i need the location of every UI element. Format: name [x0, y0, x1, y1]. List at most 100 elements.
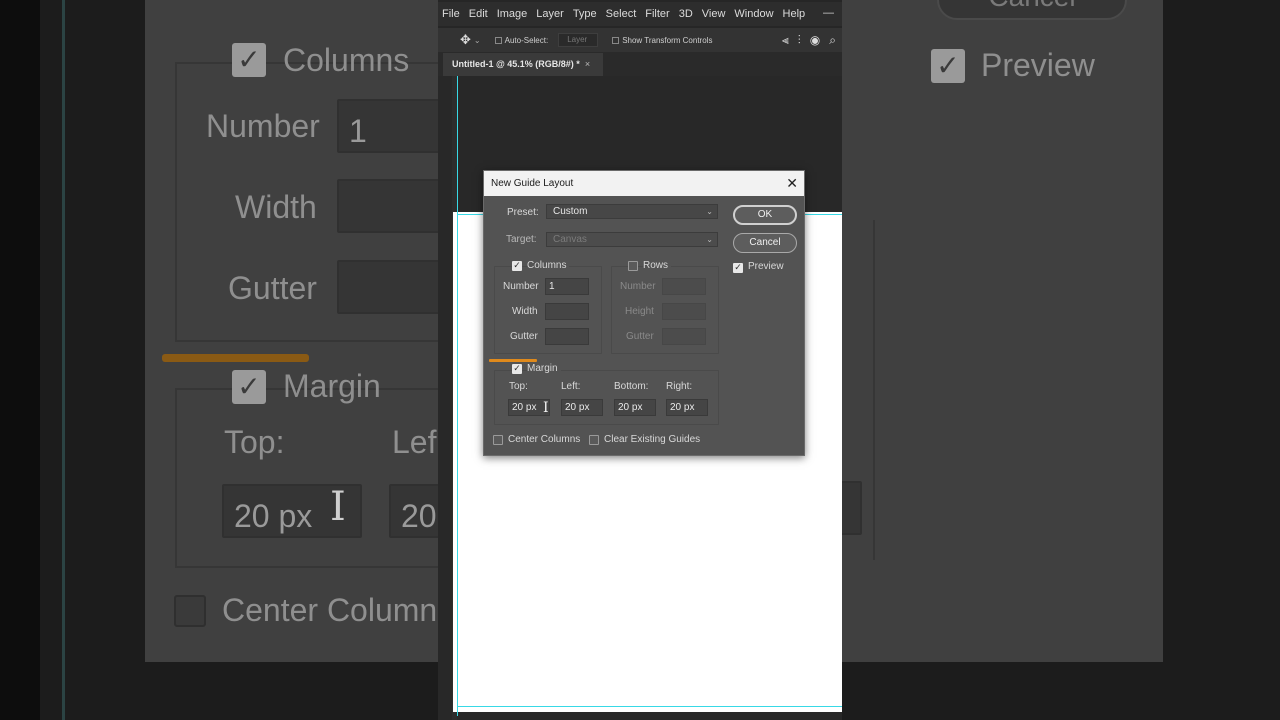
- dialog-title-bar: New Guide Layout ✕: [484, 171, 804, 196]
- margin-right-label: Right:: [666, 381, 693, 392]
- align-icons: ⫷ ⫶ ◉ ⌕: [782, 33, 836, 48]
- columns-width-field[interactable]: [545, 303, 589, 320]
- bg-width-label: Width: [235, 189, 317, 225]
- bg-columns-label: Columns: [283, 42, 410, 78]
- margin-left-label: Left:: [561, 381, 581, 392]
- rows-height-label: Height: [625, 306, 654, 317]
- target-label: Target:: [506, 234, 537, 245]
- show-transform-checkbox[interactable]: [612, 36, 620, 44]
- bg-highlight-underline: [162, 354, 309, 362]
- preview-checkbox[interactable]: ✓: [733, 263, 743, 273]
- margin-right-field[interactable]: 20 px: [666, 399, 708, 416]
- close-icon[interactable]: ✕: [786, 171, 798, 196]
- new-guide-layout-dialog: New Guide Layout ✕ Preset: Custom ⌄ Targ…: [483, 170, 805, 456]
- bg-cancel-button: Cancel: [937, 0, 1127, 20]
- target-select: Canvas ⌄: [546, 232, 718, 247]
- auto-select-label: Auto-Select:: [504, 35, 549, 45]
- bg-preview-checkbox: ✓: [931, 49, 965, 83]
- clear-guides-checkbox[interactable]: [589, 435, 599, 445]
- bg-center-columns-checkbox: [174, 595, 206, 627]
- close-icon[interactable]: ×: [585, 59, 590, 69]
- chevron-down-icon[interactable]: ⌄: [474, 36, 481, 45]
- auto-select-checkbox[interactable]: [494, 36, 502, 44]
- text-cursor-icon: I: [543, 400, 549, 416]
- menu-image[interactable]: Image: [493, 2, 533, 26]
- margin-bottom-field[interactable]: 20 px: [614, 399, 656, 416]
- margin-checkbox[interactable]: ✓: [512, 364, 522, 374]
- menu-layer[interactable]: Layer: [532, 2, 569, 26]
- dialog-title: New Guide Layout: [491, 178, 574, 189]
- guide-bottom: [457, 706, 842, 707]
- preset-value: Custom: [553, 206, 588, 217]
- chevron-down-icon: ⌄: [706, 207, 713, 216]
- menu-view[interactable]: View: [698, 2, 731, 26]
- menu-edit[interactable]: Edit: [465, 2, 493, 26]
- document-tab-title: Untitled-1 @ 45.1% (RGB/8#) *: [452, 59, 580, 69]
- align-left-icon[interactable]: ⫷: [782, 33, 789, 48]
- bg-width-field: [337, 179, 447, 233]
- bg-top-label: Top:: [224, 424, 285, 460]
- margin-group: [494, 370, 719, 425]
- columns-gutter-label: Gutter: [510, 331, 538, 342]
- bg-preview-label: Preview: [981, 47, 1095, 83]
- bg-left-label: Lef: [392, 424, 437, 460]
- rows-gutter-field: [662, 328, 706, 345]
- move-tool-icon[interactable]: ✥: [460, 32, 471, 48]
- center-columns-label: Center Columns: [508, 434, 581, 445]
- rows-number-label: Number: [620, 281, 656, 292]
- menu-select[interactable]: Select: [602, 2, 642, 26]
- menu-3d[interactable]: 3D: [675, 2, 698, 26]
- layer-select[interactable]: Layer: [558, 33, 599, 47]
- columns-number-field[interactable]: 1: [545, 278, 589, 295]
- cancel-button[interactable]: Cancel: [733, 233, 797, 253]
- margin-bottom-label: Bottom:: [614, 381, 649, 392]
- rows-gutter-label: Gutter: [626, 331, 654, 342]
- preset-select[interactable]: Custom ⌄: [546, 204, 718, 219]
- bg-number-label: Number: [206, 108, 320, 144]
- bg-guide-line: [62, 0, 65, 720]
- chevron-down-icon: ⌄: [706, 235, 713, 244]
- columns-width-label: Width: [512, 306, 538, 317]
- highlight-underline: [489, 359, 537, 362]
- align-center-icon[interactable]: ⫶: [798, 33, 801, 48]
- margin-label: Margin: [527, 363, 561, 374]
- bg-margin-checkbox: ✓: [232, 370, 266, 404]
- ok-button[interactable]: OK: [733, 205, 797, 225]
- rows-number-field: [662, 278, 706, 295]
- margin-left-field[interactable]: 20 px: [561, 399, 603, 416]
- columns-checkbox[interactable]: ✓: [512, 261, 522, 271]
- columns-label: Columns: [527, 260, 570, 271]
- menu-file[interactable]: File: [438, 2, 465, 26]
- minimize-icon[interactable]: —: [823, 7, 834, 19]
- columns-gutter-field[interactable]: [545, 328, 589, 345]
- guide-left: [457, 76, 458, 716]
- clear-guides-label: Clear Existing Guides: [604, 434, 701, 445]
- options-bar: ✥ ⌄ Auto-Select: Layer Show Transform Co…: [438, 27, 842, 52]
- bg-number-field: 1: [337, 99, 447, 153]
- center-columns-checkbox[interactable]: [493, 435, 503, 445]
- columns-number-label: Number: [503, 281, 539, 292]
- menu-window[interactable]: Window: [730, 2, 778, 26]
- 3d-mode-icon[interactable]: ◉: [810, 33, 820, 48]
- menu-help[interactable]: Help: [779, 2, 811, 26]
- document-tab[interactable]: Untitled-1 @ 45.1% (RGB/8#) * ×: [443, 53, 603, 76]
- search-icon[interactable]: ⌕: [829, 33, 836, 48]
- menu-filter[interactable]: Filter: [641, 2, 674, 26]
- bg-text-cursor: I: [330, 484, 346, 530]
- show-transform-label: Show Transform Controls: [622, 35, 713, 45]
- target-value: Canvas: [553, 234, 587, 245]
- rows-checkbox[interactable]: [628, 261, 638, 271]
- preset-label: Preset:: [507, 207, 539, 218]
- preview-label: Preview: [748, 261, 784, 272]
- bg-dark-strip: [0, 0, 40, 720]
- margin-top-label: Top:: [509, 381, 528, 392]
- rows-label: Rows: [643, 260, 672, 271]
- menu-type[interactable]: Type: [569, 2, 602, 26]
- menu-bar: File Edit Image Layer Type Select Filter…: [438, 2, 842, 26]
- bg-columns-checkbox: ✓: [232, 43, 266, 77]
- bg-margin-label: Margin: [283, 368, 381, 404]
- document-tab-bar: Untitled-1 @ 45.1% (RGB/8#) * ×: [438, 52, 842, 76]
- bg-gutter-label: Gutter: [228, 270, 317, 306]
- bg-gutter-field: [337, 260, 447, 314]
- bg-center-columns-label: Center Column: [222, 592, 438, 628]
